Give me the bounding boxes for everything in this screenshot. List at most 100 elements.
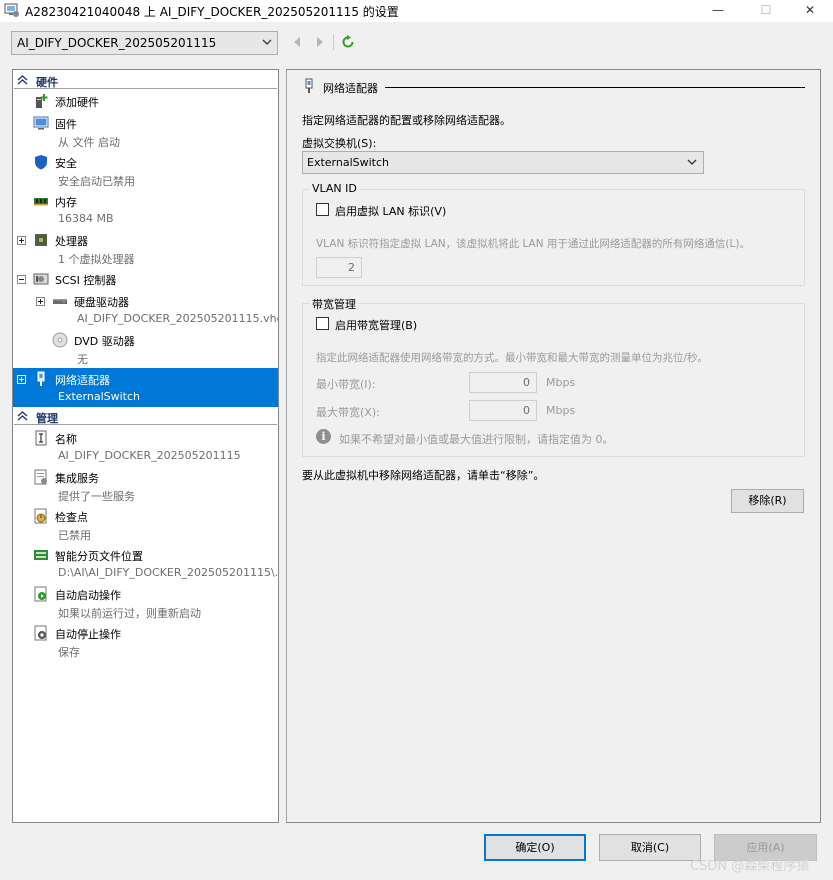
tree-item-label: 集成服务 [55,472,99,485]
tree-item-firmware[interactable]: 固件 从 文件 启动 [13,112,278,151]
memory-icon [34,198,48,206]
vlan-enable-checkbox[interactable] [316,203,329,216]
vm-settings-icon [4,3,19,17]
info-icon: i [316,429,331,444]
bandwidth-info-text: 如果不希望对最小值或最大值进行限制，请指定值为 0。 [339,433,614,446]
tree-item-detail: 16384 MB [58,212,114,225]
virtual-switch-label: 虚拟交换机(S): [302,137,377,150]
expand-toggle[interactable] [17,236,26,245]
tree-item-detail: 保存 [58,646,80,659]
tree-item-label: 添加硬件 [55,96,99,109]
max-bandwidth-value: 0 [523,404,530,417]
tree-item-auto-stop[interactable]: 自动停止操作 保存 [13,622,278,661]
tree-item-label: 自动停止操作 [55,628,121,641]
vlan-id-value: 2 [348,261,355,274]
hardware-section-header[interactable]: 硬件 [14,71,277,89]
tree-item-detail: 提供了一些服务 [58,490,135,503]
max-bandwidth-label: 最大带宽(X): [316,406,380,419]
vlan-group-title: VLAN ID [310,182,359,195]
tree-item-scsi-controller[interactable]: SCSI 控制器 [13,268,278,290]
integration-services-icon [34,469,47,485]
pane-title-divider [385,87,805,88]
management-section-label: 管理 [36,412,58,425]
tree-item-dvd-drive[interactable]: DVD 驱动器 无 [13,329,278,368]
tree-item-memory[interactable]: 内存 16384 MB [13,190,278,229]
tree-item-detail: 1 个虚拟处理器 [58,253,135,266]
vlan-help-text: VLAN 标识符指定虚拟 LAN，该虚拟机将此 LAN 用于通过此网络适配器的所… [316,238,750,250]
tree-item-hard-drive[interactable]: 硬盘驱动器 AI_DIFY_DOCKER_202505201115.vhdx [13,290,278,329]
add-hardware-icon [36,94,48,108]
vlan-enable-label: 启用虚拟 LAN 标识(V) [335,205,447,218]
tree-item-detail: 无 [77,353,88,366]
shield-icon [35,155,47,170]
bandwidth-group-title: 带宽管理 [310,296,358,312]
network-adapter-icon [37,371,45,386]
tree-item-smart-paging[interactable]: 智能分页文件位置 D:\AI\AI_DIFY_DOCKER_2025052011… [13,544,278,583]
chevron-down-icon [262,39,272,45]
tree-item-label: 网络适配器 [55,374,110,387]
pane-description: 指定网络适配器的配置或移除网络适配器。 [302,114,511,127]
tree-item-label: DVD 驱动器 [74,335,135,348]
tree-item-add-hardware[interactable]: 添加硬件 [13,90,278,112]
vlan-id-input[interactable]: 2 [316,257,362,278]
ok-button[interactable]: 确定(O) [484,834,586,861]
vm-selector[interactable]: AI_DIFY_DOCKER_202505201115 [11,31,278,55]
name-icon [35,430,47,446]
tree-item-detail: 安全启动已禁用 [58,175,135,188]
hardware-section-label: 硬件 [36,76,58,89]
auto-start-icon [34,586,47,602]
title-bar: A28230421040048 上 AI_DIFY_DOCKER_2025052… [0,0,833,22]
minimize-button[interactable]: — [695,0,741,22]
network-adapter-pane: 网络适配器 指定网络适配器的配置或移除网络适配器。 虚拟交换机(S): Exte… [286,69,821,823]
tree-item-detail: 如果以前运行过，则重新启动 [58,607,201,620]
cancel-button[interactable]: 取消(C) [599,834,701,861]
tree-item-network-adapter[interactable]: 网络适配器 ExternalSwitch [13,368,278,407]
window-title: A28230421040048 上 AI_DIFY_DOCKER_2025052… [25,5,399,19]
dvd-icon [52,332,68,348]
management-section-header[interactable]: 管理 [14,407,277,425]
smart-paging-icon [34,550,48,560]
tree-item-checkpoints[interactable]: 检查点 已禁用 [13,505,278,544]
tree-item-label: 名称 [55,433,77,446]
back-arrow-icon[interactable] [290,35,304,49]
settings-tree: 硬件 添加硬件 固件 从 文件 启动 安全 安全启动已禁用 内存 16384 M… [12,69,279,823]
close-button[interactable]: ✕ [787,0,833,22]
bandwidth-enable-label: 启用带宽管理(B) [335,319,418,332]
expand-toggle[interactable] [36,297,45,306]
expand-toggle[interactable] [17,375,26,384]
collapse-up-icon [17,75,28,85]
tree-item-label: 处理器 [55,235,88,248]
scsi-controller-icon [33,273,49,285]
min-bandwidth-unit: Mbps [546,376,576,389]
processor-icon [35,234,47,246]
collapse-toggle[interactable] [17,275,26,284]
tree-item-detail: 已禁用 [58,529,91,542]
tree-item-name[interactable]: 名称 AI_DIFY_DOCKER_202505201115 [13,427,278,466]
maximize-button[interactable]: ☐ [743,0,789,22]
remove-button[interactable]: 移除(R) [731,489,804,513]
tree-item-integration-services[interactable]: 集成服务 提供了一些服务 [13,466,278,505]
network-adapter-icon [305,78,313,93]
auto-stop-icon [34,625,47,641]
tree-item-processor[interactable]: 处理器 1 个虚拟处理器 [13,229,278,268]
min-bandwidth-label: 最小带宽(I): [316,378,376,391]
refresh-icon[interactable] [341,35,355,49]
tree-item-label: 安全 [55,157,77,170]
chevron-down-icon [687,159,697,165]
tree-item-detail: 从 文件 启动 [58,136,120,149]
min-bandwidth-value: 0 [523,376,530,389]
toolbar-divider [333,34,334,50]
vlan-group: VLAN ID 启用虚拟 LAN 标识(V) VLAN 标识符指定虚拟 LAN，… [302,182,805,286]
forward-arrow-icon[interactable] [313,35,327,49]
virtual-switch-select[interactable]: ExternalSwitch [302,151,704,174]
firmware-icon [33,116,49,130]
vm-selector-value: AI_DIFY_DOCKER_202505201115 [17,36,217,50]
tree-item-security[interactable]: 安全 安全启动已禁用 [13,151,278,190]
tree-item-detail: D:\AI\AI_DIFY_DOCKER_202505201115\... [58,566,279,579]
min-bandwidth-input[interactable]: 0 [469,372,537,393]
tree-item-auto-start[interactable]: 自动启动操作 如果以前运行过，则重新启动 [13,583,278,622]
bandwidth-enable-checkbox[interactable] [316,317,329,330]
max-bandwidth-input[interactable]: 0 [469,400,537,421]
hard-drive-icon [53,299,67,304]
tree-item-label: 固件 [55,118,77,131]
